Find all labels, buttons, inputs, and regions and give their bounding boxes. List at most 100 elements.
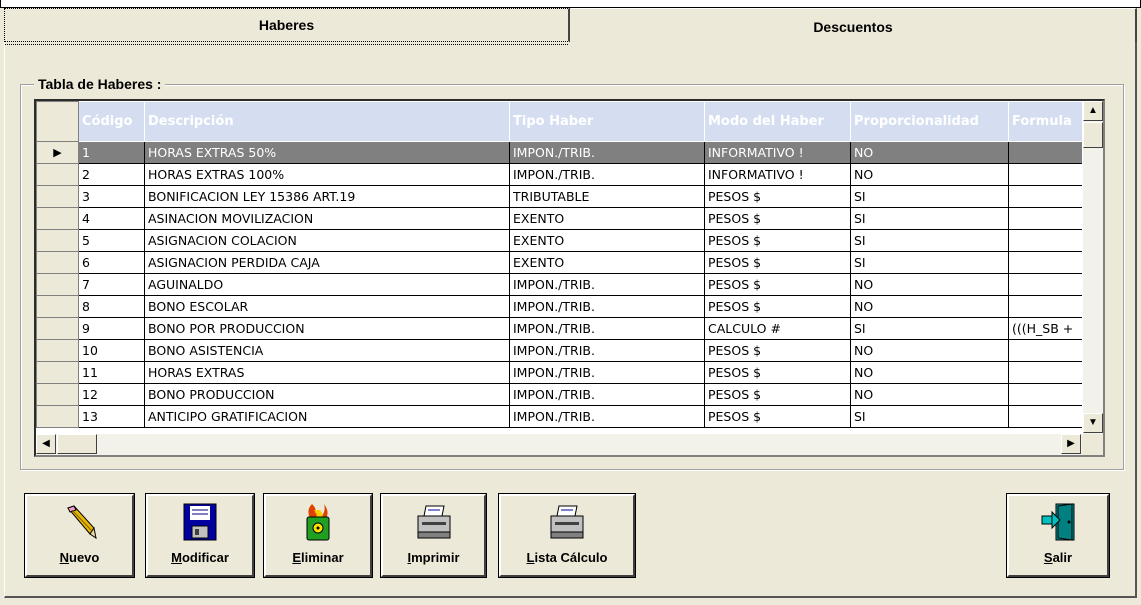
column-header-descripcion[interactable]: Descripción [144,101,510,142]
cell-formula[interactable] [1008,273,1083,296]
cell-formula[interactable] [1008,207,1083,230]
table-row[interactable]: 3 BONIFICACION LEY 15386 ART.19 TRIBUTABLE… [36,185,1083,208]
cell-formula[interactable] [1008,339,1083,362]
cell-codigo[interactable]: 5 [78,229,145,252]
row-selector-arrow-icon[interactable]: ▶ [36,141,79,164]
scroll-right-arrow-icon[interactable]: ▶ [1061,434,1081,454]
imprimir-button[interactable]: Imprimir [380,493,487,578]
nuevo-button[interactable]: Nuevo [24,493,135,578]
cell-proporcionalidad[interactable]: SI [850,229,1009,252]
cell-tipo-haber[interactable]: IMPON./TRIB. [509,163,705,186]
row-selector[interactable] [36,207,79,230]
cell-codigo[interactable]: 10 [78,339,145,362]
eliminar-button[interactable]: Eliminar [263,493,373,578]
row-selector[interactable] [36,405,79,428]
cell-formula[interactable]: (((H_SB + [1008,317,1083,340]
cell-proporcionalidad[interactable]: NO [850,163,1009,186]
cell-codigo[interactable]: 2 [78,163,145,186]
cell-tipo-haber[interactable]: EXENTO [509,251,705,274]
cell-proporcionalidad[interactable]: SI [850,207,1009,230]
cell-formula[interactable] [1008,185,1083,208]
cell-proporcionalidad[interactable]: NO [850,383,1009,406]
cell-descripcion[interactable]: HORAS EXTRAS 100% [144,163,510,186]
cell-proporcionalidad[interactable]: NO [850,273,1009,296]
vertical-scroll-thumb[interactable] [1083,122,1103,148]
cell-descripcion[interactable]: HORAS EXTRAS [144,361,510,384]
scroll-up-arrow-icon[interactable]: ▲ [1083,101,1103,121]
cell-tipo-haber[interactable]: IMPON./TRIB. [509,141,705,164]
cell-tipo-haber[interactable]: IMPON./TRIB. [509,361,705,384]
cell-descripcion[interactable]: HORAS EXTRAS 50% [144,141,510,164]
cell-codigo[interactable]: 11 [78,361,145,384]
row-selector[interactable] [36,339,79,362]
cell-codigo[interactable]: 7 [78,273,145,296]
row-selector[interactable] [36,163,79,186]
table-row[interactable]: 12 BONO PRODUCCION IMPON./TRIB. PESOS $ NO [36,383,1083,406]
cell-descripcion[interactable]: BONO PRODUCCION [144,383,510,406]
cell-formula[interactable] [1008,141,1083,164]
column-header-proporcionalidad[interactable]: Proporcionalidad [850,101,1009,142]
scroll-down-arrow-icon[interactable]: ▼ [1083,413,1103,433]
cell-codigo[interactable]: 13 [78,405,145,428]
salir-button[interactable]: Salir [1006,493,1110,578]
cell-codigo[interactable]: 8 [78,295,145,318]
cell-proporcionalidad[interactable]: SI [850,405,1009,428]
cell-formula[interactable] [1008,405,1083,428]
cell-formula[interactable] [1008,251,1083,274]
row-selector[interactable] [36,251,79,274]
row-selector[interactable] [36,229,79,252]
cell-tipo-haber[interactable]: EXENTO [509,207,705,230]
cell-proporcionalidad[interactable]: NO [850,339,1009,362]
cell-descripcion[interactable]: ASINACION MOVILIZACION [144,207,510,230]
cell-tipo-haber[interactable]: IMPON./TRIB. [509,295,705,318]
cell-descripcion[interactable]: BONO ASISTENCIA [144,339,510,362]
haberes-grid[interactable]: Código Descripción Tipo Haber Modo del H… [34,99,1105,457]
modificar-button[interactable]: Modificar [145,493,255,578]
cell-descripcion[interactable]: BONO ESCOLAR [144,295,510,318]
table-row[interactable]: 4 ASINACION MOVILIZACION EXENTO PESOS $ SI [36,207,1083,230]
table-row[interactable]: 9 BONO POR PRODUCCION IMPON./TRIB. CALCULO … [36,317,1083,340]
table-row[interactable]: 7 AGUINALDO IMPON./TRIB. PESOS $ NO [36,273,1083,296]
cell-modo-haber[interactable]: PESOS $ [704,405,851,428]
cell-tipo-haber[interactable]: IMPON./TRIB. [509,339,705,362]
cell-proporcionalidad[interactable]: NO [850,295,1009,318]
table-row[interactable]: ▶ 1 HORAS EXTRAS 50% IMPON./TRIB. INFORMATIV… [36,141,1083,164]
cell-tipo-haber[interactable]: IMPON./TRIB. [509,317,705,340]
cell-codigo[interactable]: 12 [78,383,145,406]
cell-modo-haber[interactable]: PESOS $ [704,185,851,208]
row-selector[interactable] [36,361,79,384]
cell-descripcion[interactable]: ASIGNACION PERDIDA CAJA [144,251,510,274]
cell-modo-haber[interactable]: PESOS $ [704,361,851,384]
table-row[interactable]: 6 ASIGNACION PERDIDA CAJA EXENTO PESOS $ SI [36,251,1083,274]
cell-modo-haber[interactable]: PESOS $ [704,251,851,274]
cell-formula[interactable] [1008,383,1083,406]
cell-modo-haber[interactable]: CALCULO # [704,317,851,340]
tab-haberes[interactable]: Haberes [4,8,570,45]
lista-calculo-button[interactable]: Lista Cálculo [498,493,636,578]
cell-codigo[interactable]: 1 [78,141,145,164]
table-row[interactable]: 11 HORAS EXTRAS IMPON./TRIB. PESOS $ NO [36,361,1083,384]
table-row[interactable]: 5 ASIGNACION COLACION EXENTO PESOS $ SI [36,229,1083,252]
tab-descuentos[interactable]: Descuentos [571,8,1137,42]
cell-modo-haber[interactable]: PESOS $ [704,295,851,318]
cell-tipo-haber[interactable]: IMPON./TRIB. [509,383,705,406]
cell-descripcion[interactable]: AGUINALDO [144,273,510,296]
cell-modo-haber[interactable]: PESOS $ [704,229,851,252]
cell-codigo[interactable]: 6 [78,251,145,274]
cell-proporcionalidad[interactable]: SI [850,317,1009,340]
cell-tipo-haber[interactable]: TRIBUTABLE [509,185,705,208]
vertical-scrollbar[interactable]: ▲ ▼ [1082,101,1103,434]
cell-tipo-haber[interactable]: IMPON./TRIB. [509,273,705,296]
cell-codigo[interactable]: 4 [78,207,145,230]
cell-modo-haber[interactable]: PESOS $ [704,383,851,406]
cell-proporcionalidad[interactable]: NO [850,141,1009,164]
cell-modo-haber[interactable]: INFORMATIVO ! [704,141,851,164]
row-selector[interactable] [36,185,79,208]
cell-descripcion[interactable]: ANTICIPO GRATIFICACION [144,405,510,428]
cell-tipo-haber[interactable]: EXENTO [509,229,705,252]
cell-descripcion[interactable]: BONIFICACION LEY 15386 ART.19 [144,185,510,208]
horizontal-scrollbar[interactable]: ◀ ▶ [36,434,1082,455]
column-header-formula[interactable]: Formula [1008,101,1083,142]
table-row[interactable]: 13 ANTICIPO GRATIFICACION IMPON./TRIB. PESO… [36,405,1083,428]
cell-formula[interactable] [1008,361,1083,384]
